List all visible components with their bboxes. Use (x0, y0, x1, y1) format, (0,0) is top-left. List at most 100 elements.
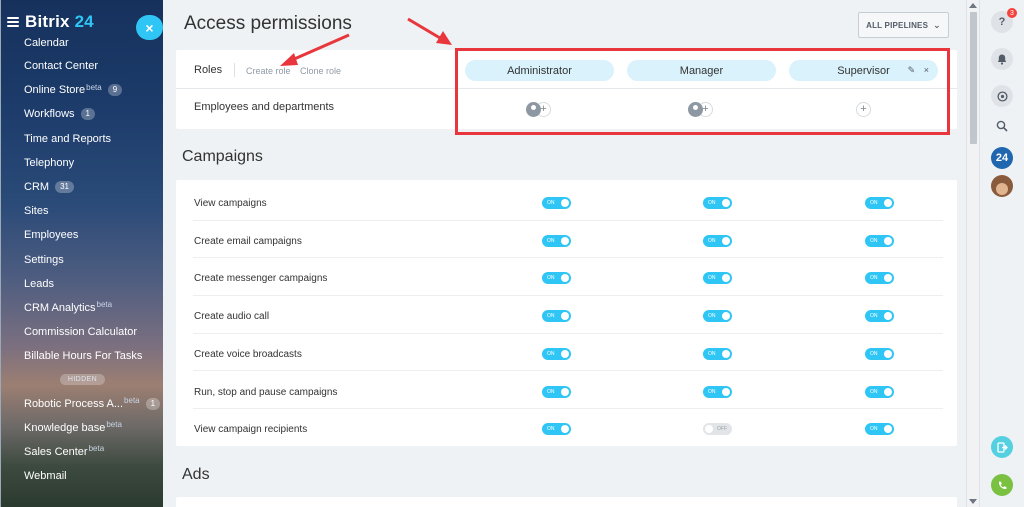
notification-badge: 3 (1007, 8, 1017, 18)
permission-row: Create voice broadcasts ON ON ON (193, 334, 943, 372)
sidebar-item-label: Contact Center (24, 60, 98, 73)
count-badge: 1 (145, 397, 161, 410)
sidebar-item-label: Billable Hours For Tasks (24, 350, 143, 363)
ads-permissions-card (176, 497, 957, 507)
permission-toggle[interactable]: ON (865, 310, 894, 323)
scrollbar-thumb[interactable] (970, 12, 977, 144)
sidebar-item-label: Commission Calculator (24, 326, 138, 339)
sidebar-item[interactable]: Telephony (1, 151, 163, 175)
permission-toggle[interactable]: ON (865, 234, 894, 247)
search-icon[interactable] (991, 115, 1013, 137)
permission-toggle[interactable]: ON (703, 385, 732, 398)
section-title-campaigns: Campaigns (182, 148, 263, 165)
toggle-state-label: OFF (717, 426, 727, 433)
scroll-down-icon[interactable] (969, 499, 977, 504)
toggle-knob (561, 349, 569, 358)
permission-toggle[interactable]: ON (703, 272, 732, 285)
sidebar-item[interactable]: Robotic Process A... beta 1 (1, 391, 163, 415)
phone-icon[interactable] (991, 474, 1013, 496)
permission-toggle[interactable]: ON (865, 347, 894, 360)
toggle-knob (884, 349, 892, 358)
permission-toggle[interactable]: ON (703, 310, 732, 323)
permission-toggle[interactable]: ON (542, 423, 571, 436)
sidebar-item-label: Webmail (24, 470, 67, 483)
user-avatar[interactable] (991, 175, 1013, 197)
sidebar-item-label: Robotic Process A... (24, 397, 124, 410)
hidden-items-toggle[interactable]: HIDDEN (1, 371, 163, 387)
sidebar-item-label: Sales Center (24, 445, 88, 458)
permission-toggle[interactable]: ON (542, 310, 571, 323)
permission-label: Create email campaigns (194, 235, 302, 247)
toggle-knob (884, 236, 892, 245)
sidebar-item[interactable]: CRM 31 (1, 175, 163, 199)
permission-label: View campaign recipients (194, 424, 308, 436)
section-title-ads: Ads (182, 466, 210, 483)
permission-toggle[interactable]: OFF (703, 423, 732, 436)
toggle-knob (884, 425, 892, 434)
scrollbar[interactable] (966, 0, 979, 507)
permission-toggle[interactable]: ON (865, 197, 894, 209)
permission-toggle[interactable]: ON (703, 197, 732, 209)
permission-toggle[interactable]: ON (703, 234, 732, 247)
permission-toggle[interactable]: ON (703, 347, 732, 360)
sidebar-item[interactable]: Leads (1, 272, 163, 296)
permission-toggle[interactable]: ON (865, 423, 894, 436)
beta-badge: beta (88, 444, 105, 454)
sidebar-item[interactable]: Webmail (1, 464, 163, 488)
sidebar-item[interactable]: CRM Analytics beta (1, 296, 163, 320)
sidebar-item[interactable]: Sales Center beta (1, 440, 163, 464)
toggle-state-label: ON (547, 200, 555, 206)
hamburger-menu-icon[interactable] (7, 17, 19, 27)
bell-icon[interactable] (991, 48, 1013, 70)
open-lines-icon[interactable] (991, 436, 1013, 458)
sidebar-item[interactable]: Time and Reports (1, 127, 163, 151)
brand-name[interactable]: Bitrix (25, 12, 70, 32)
permission-toggle[interactable]: ON (542, 234, 571, 247)
permission-toggle[interactable]: ON (865, 272, 894, 285)
permission-toggle[interactable]: ON (542, 347, 571, 360)
scroll-up-icon[interactable] (969, 3, 977, 8)
toggle-state-label: ON (870, 200, 878, 206)
right-panel: ? 3 24 (979, 0, 1024, 507)
sidebar-item[interactable]: Workflows 1 (1, 102, 163, 126)
permission-toggle[interactable]: ON (542, 385, 571, 398)
sidebar-item[interactable]: Billable Hours For Tasks (1, 344, 163, 368)
chat-icon[interactable] (991, 85, 1013, 107)
permission-label: Create messenger campaigns (194, 273, 328, 285)
count-badge: 9 (107, 84, 123, 97)
toggle-knob (561, 425, 569, 434)
left-sidebar: Bitrix 24 Calendar Contact Center Online S… (0, 0, 163, 507)
permission-toggle[interactable]: ON (542, 197, 571, 209)
beta-badge: beta (124, 396, 140, 406)
toggle-knob (722, 274, 730, 283)
sidebar-item[interactable]: Knowledge base beta (1, 416, 163, 440)
sidebar-item[interactable]: Contact Center (1, 54, 163, 78)
toggle-state-label: ON (870, 275, 878, 282)
create-role-link[interactable]: Create role (246, 66, 291, 76)
permission-toggle[interactable]: ON (542, 272, 571, 285)
sidebar-item[interactable]: Sites (1, 199, 163, 223)
bitrix24-icon[interactable]: 24 (991, 147, 1013, 169)
permission-toggle[interactable]: ON (865, 385, 894, 398)
sidebar-item[interactable]: Calendar (1, 34, 163, 54)
sidebar-item[interactable]: Settings (1, 248, 163, 272)
toggle-knob (722, 349, 730, 358)
toggle-state-label: ON (547, 237, 555, 244)
collapse-sidebar-button[interactable]: × (136, 15, 163, 40)
employees-label: Employees and departments (194, 101, 335, 113)
sidebar-item[interactable]: Employees (1, 223, 163, 247)
brand-number[interactable]: 24 (75, 12, 94, 32)
all-pipelines-dropdown[interactable]: ALL PIPELINES ⌄ (858, 12, 949, 38)
permission-row: Run, stop and pause campaigns ON ON ON (193, 372, 943, 410)
clone-role-link[interactable]: Clone role (300, 66, 341, 76)
sidebar-item-label: Online Store (24, 84, 86, 97)
toggle-state-label: ON (870, 313, 878, 320)
sidebar-item[interactable]: Online Store beta 9 (1, 78, 163, 102)
pipelines-label: ALL PIPELINES (866, 20, 929, 30)
toggle-knob (705, 425, 713, 434)
toggle-knob (884, 274, 892, 283)
sidebar-item-label: Leads (24, 277, 54, 290)
sidebar-item-label: CRM Analytics (24, 301, 96, 314)
sidebar-item[interactable]: Commission Calculator (1, 320, 163, 344)
roles-label: Roles (194, 64, 223, 76)
